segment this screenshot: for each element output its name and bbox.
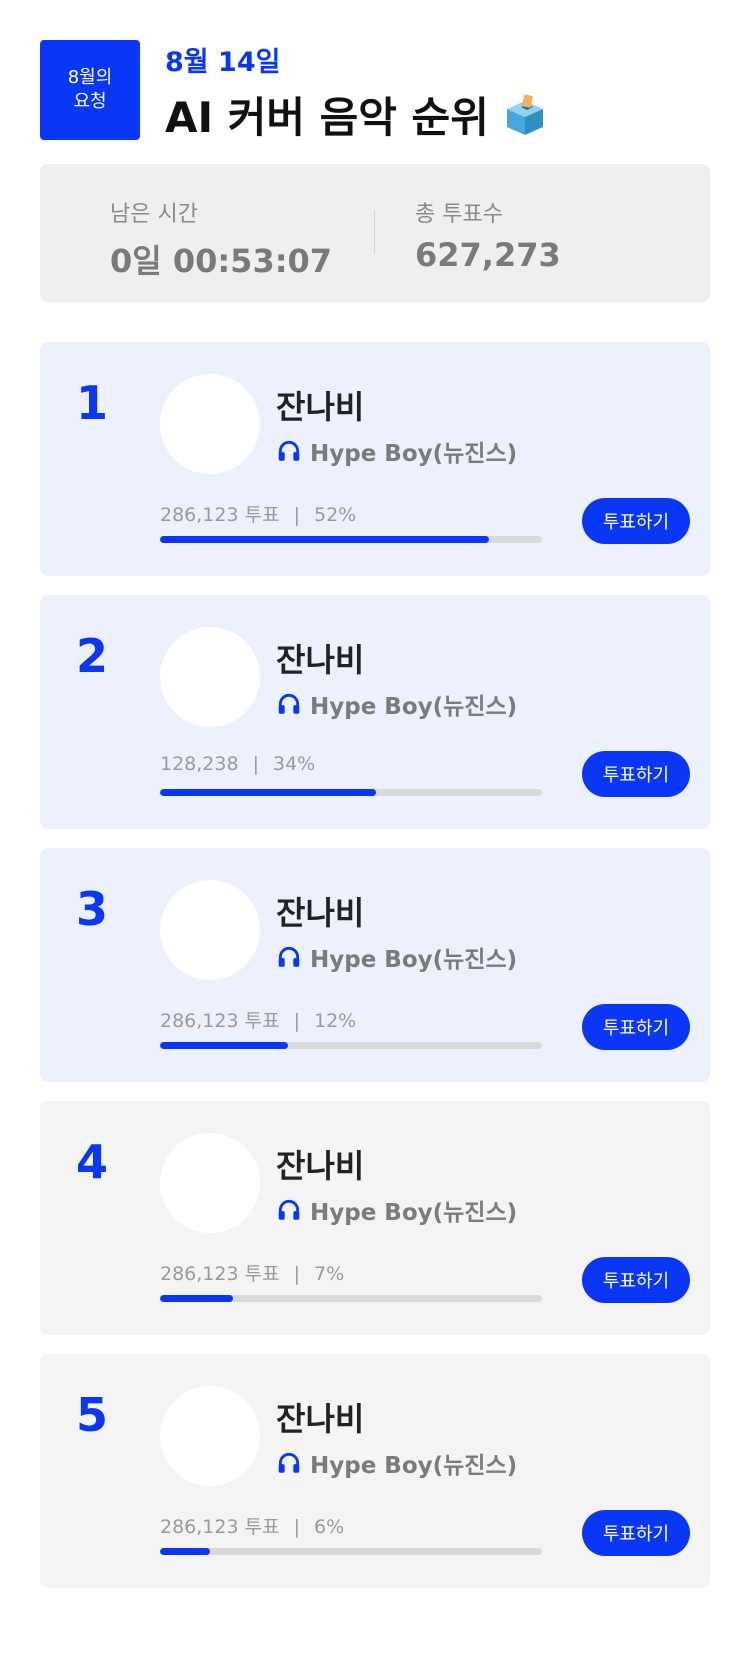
month-request-badge: 8월의 요청 (40, 40, 140, 140)
vote-percent: 34% (272, 753, 316, 775)
vote-stats: 286,123 투표 | 52% (160, 500, 356, 527)
song-title: Hype Boy(뉴진스) (276, 1446, 517, 1480)
vote-count: 286,123 투표 (160, 1263, 280, 1285)
vote-percent: 12% (313, 1010, 357, 1032)
vote-count: 286,123 투표 (160, 1516, 280, 1538)
vote-separator: | (252, 753, 259, 775)
rank-number: 3 (76, 882, 109, 936)
artist-avatar (160, 627, 260, 727)
headphones-icon (278, 693, 300, 714)
vote-progress-fill (160, 1042, 288, 1049)
artist-avatar (160, 374, 260, 474)
vote-progress-fill (160, 1548, 210, 1555)
artist-name: 잔나비 (276, 641, 365, 679)
stats-panel: 남은 시간 0일 00:53:07 총 투표수 627,273 (40, 164, 710, 302)
artist-name: 잔나비 (276, 1400, 365, 1438)
song-title-text: Hype Boy(뉴진스) (310, 1200, 518, 1226)
ballot-box-icon (506, 93, 543, 135)
page-title-text: AI 커버 음악 순위 (165, 93, 489, 142)
vote-progress-bar (160, 1042, 542, 1049)
ranking-card-5: 5 잔나비 Hype Boy(뉴진스) 286,123 투표 | 6% 투표하기 (40, 1354, 710, 1588)
vote-button[interactable]: 투표하기 (582, 1004, 690, 1050)
vote-stats: 286,123 투표 | 6% (160, 1512, 344, 1539)
song-title: Hype Boy(뉴진스) (276, 940, 517, 974)
date-label: 8월 14일 (165, 47, 281, 78)
ranking-card-3: 3 잔나비 Hype Boy(뉴진스) 286,123 투표 | 12% 투표하기 (40, 848, 710, 1082)
vote-progress-bar (160, 1295, 542, 1302)
vote-separator: | (293, 1010, 300, 1032)
vote-progress-fill (160, 1295, 233, 1302)
ranking-card-2: 2 잔나비 Hype Boy(뉴진스) 128,238 | 34% 투표하기 (40, 595, 710, 829)
artist-name: 잔나비 (276, 894, 365, 932)
vote-separator: | (293, 1516, 300, 1538)
artist-name: 잔나비 (276, 1147, 365, 1185)
total-votes-value: 627,273 (415, 236, 561, 274)
vote-progress-bar (160, 789, 542, 796)
rank-number: 5 (76, 1388, 109, 1442)
remaining-time-stat: 남은 시간 0일 00:53:07 (110, 196, 332, 282)
badge-line-1: 8월의 (67, 67, 113, 88)
badge-line-2: 요청 (73, 91, 107, 112)
song-title: Hype Boy(뉴진스) (276, 687, 517, 721)
vote-percent: 52% (313, 504, 357, 526)
vote-progress-bar (160, 536, 542, 543)
page-title: AI 커버 음악 순위 (165, 84, 547, 145)
song-title: Hype Boy(뉴진스) (276, 434, 517, 468)
song-title-text: Hype Boy(뉴진스) (310, 694, 518, 720)
headphones-icon (278, 1199, 300, 1220)
vote-count: 128,238 (160, 753, 239, 775)
headphones-icon (278, 946, 300, 967)
total-votes-stat: 총 투표수 627,273 (415, 196, 561, 274)
vote-progress-bar (160, 1548, 542, 1555)
rank-number: 1 (76, 376, 109, 430)
vote-count: 286,123 투표 (160, 1010, 280, 1032)
vote-count: 286,123 투표 (160, 504, 280, 526)
artist-name: 잔나비 (276, 388, 365, 426)
vote-separator: | (293, 504, 300, 526)
song-title-text: Hype Boy(뉴진스) (310, 1453, 518, 1479)
vote-stats: 286,123 투표 | 12% (160, 1006, 356, 1033)
vote-button[interactable]: 투표하기 (582, 751, 690, 797)
remaining-time-label: 남은 시간 (110, 202, 198, 227)
vote-separator: | (293, 1263, 300, 1285)
total-votes-label: 총 투표수 (415, 202, 503, 227)
ranking-card-4: 4 잔나비 Hype Boy(뉴진스) 286,123 투표 | 7% 투표하기 (40, 1101, 710, 1335)
song-title: Hype Boy(뉴진스) (276, 1193, 517, 1227)
artist-avatar (160, 1133, 260, 1233)
vote-percent: 7% (313, 1263, 345, 1285)
song-title-text: Hype Boy(뉴진스) (310, 441, 518, 467)
vote-percent: 6% (313, 1516, 345, 1538)
artist-avatar (160, 1386, 260, 1486)
vote-button[interactable]: 투표하기 (582, 498, 690, 544)
vote-button[interactable]: 투표하기 (582, 1510, 690, 1556)
vote-progress-fill (160, 789, 376, 796)
rank-number: 4 (76, 1135, 109, 1189)
remaining-time-value: 0일 00:53:07 (110, 242, 333, 280)
stats-divider (374, 210, 375, 254)
vote-stats: 128,238 | 34% (160, 753, 315, 775)
headphones-icon (278, 1452, 300, 1473)
rank-number: 2 (76, 629, 109, 683)
vote-progress-fill (160, 536, 489, 543)
headphones-icon (278, 440, 300, 461)
ranking-card-1: 1 잔나비 Hype Boy(뉴진스) 286,123 투표 | 52% 투표하기 (40, 342, 710, 576)
artist-avatar (160, 880, 260, 980)
song-title-text: Hype Boy(뉴진스) (310, 947, 518, 973)
vote-button[interactable]: 투표하기 (582, 1257, 690, 1303)
vote-stats: 286,123 투표 | 7% (160, 1259, 344, 1286)
